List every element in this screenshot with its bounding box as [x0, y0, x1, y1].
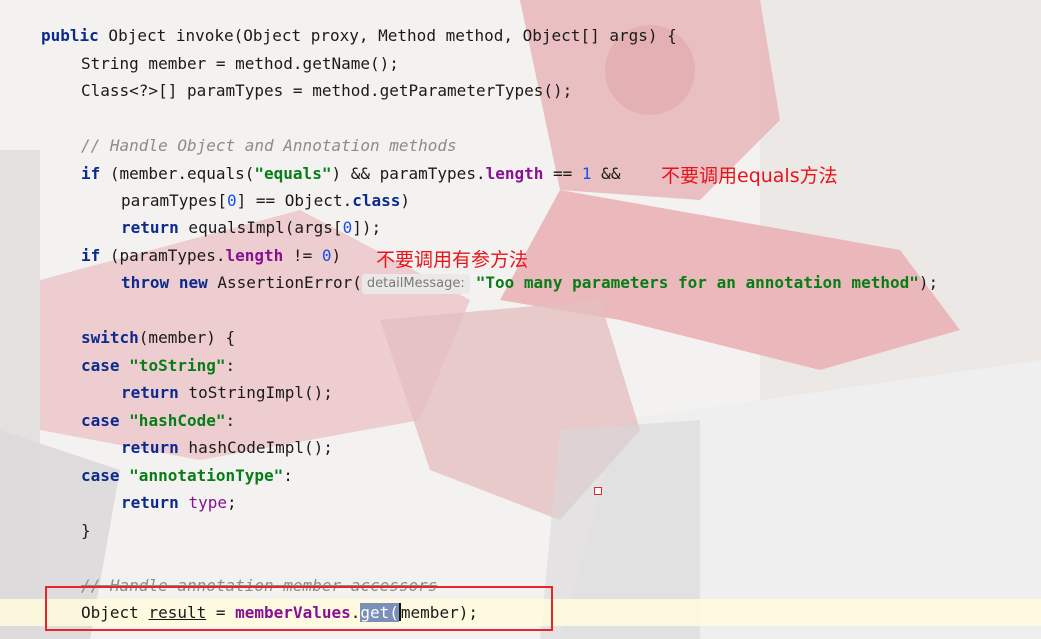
token-text: (member) { — [138, 328, 236, 347]
token-keyword: if — [81, 246, 101, 265]
token-keyword: class — [352, 191, 401, 210]
code-editor[interactable]: public Object invoke(Object proxy, Metho… — [0, 0, 1041, 639]
token-string: "Too many parameters for an annotation m… — [475, 273, 919, 292]
code-line-6: paramTypes[0] == Object.class) — [121, 187, 410, 214]
token-text: AssertionError( — [207, 273, 362, 292]
annotation-highlight-box — [45, 586, 553, 631]
token-text: : — [225, 356, 236, 375]
token-keyword: if — [81, 164, 101, 183]
code-line-15: case "annotationType": — [81, 462, 293, 489]
token-text: != — [283, 246, 322, 265]
token-number: 0 — [342, 218, 353, 237]
code-comment: // Handle Object and Annotation methods — [81, 136, 457, 155]
code-line-9: throw new AssertionError(detailMessage: "… — [121, 269, 938, 296]
token-text: && — [591, 164, 621, 183]
code-line-7: return equalsImpl(args[0]); — [121, 214, 381, 241]
token-keyword: public — [41, 26, 99, 45]
token-number: 1 — [581, 164, 592, 183]
token-keyword: switch — [81, 328, 139, 347]
token-keyword: new — [178, 273, 208, 292]
token-keyword: case — [81, 466, 120, 485]
token-text: (member.equals( — [100, 164, 255, 183]
token-string: "hashCode" — [129, 411, 226, 430]
token-text: : — [283, 466, 293, 485]
code-line-1: public Object invoke(Object proxy, Metho… — [41, 22, 677, 49]
annotation-note: 不要调用equals方法 — [661, 165, 838, 187]
token-string: "annotationType" — [129, 466, 284, 485]
annotation-note: 不要调用有参方法 — [376, 249, 529, 271]
token-text: Object invoke(Object proxy, Method metho… — [98, 26, 677, 45]
code-line-14: return hashCodeImpl(); — [121, 434, 333, 461]
token-text: ) — [331, 246, 342, 265]
code-line-10: switch(member) { — [81, 324, 235, 351]
token-string: "toString" — [129, 356, 226, 375]
token-text: equalsImpl(args[ — [178, 218, 343, 237]
code-line-16: return type; — [121, 489, 237, 516]
code-line-5: if (member.equals("equals") && paramType… — [81, 160, 620, 187]
token-text: ]); — [352, 218, 382, 237]
token-keyword: return — [121, 218, 179, 237]
token-keyword: return — [121, 493, 179, 512]
token-text: ; — [226, 493, 237, 512]
code-line-13: case "hashCode": — [81, 407, 235, 434]
token-text: == — [543, 164, 582, 183]
token-text: hashCodeImpl(); — [178, 438, 333, 457]
token-field: length — [225, 246, 284, 265]
token-text: (paramTypes. — [100, 246, 226, 265]
token-text: ) && paramTypes. — [331, 164, 486, 183]
token-text: toStringImpl(); — [178, 383, 333, 402]
token-string: "equals" — [254, 164, 332, 183]
code-line-2: String member = method.getName(); — [81, 54, 399, 73]
token-field: length — [485, 164, 544, 183]
token-field: type — [188, 493, 227, 512]
code-line-17: } — [81, 521, 91, 540]
token-keyword: case — [81, 411, 120, 430]
annotation-marker — [594, 487, 602, 495]
code-line-3: Class<?>[] paramTypes = method.getParame… — [81, 81, 573, 100]
parameter-hint: detailMessage: — [361, 274, 470, 294]
token-keyword: throw — [121, 273, 170, 292]
token-text: ); — [918, 273, 939, 292]
code-line-8: if (paramTypes.length != 0) — [81, 242, 341, 269]
token-text: : — [225, 411, 236, 430]
token-keyword: return — [121, 438, 179, 457]
token-text: ] == Object. — [236, 191, 353, 210]
token-number: 0 — [226, 191, 237, 210]
token-text: paramTypes[ — [121, 191, 227, 210]
token-keyword: case — [81, 356, 120, 375]
code-line-12: return toStringImpl(); — [121, 379, 333, 406]
token-keyword: return — [121, 383, 179, 402]
token-text: ) — [400, 191, 411, 210]
code-line-11: case "toString": — [81, 352, 235, 379]
